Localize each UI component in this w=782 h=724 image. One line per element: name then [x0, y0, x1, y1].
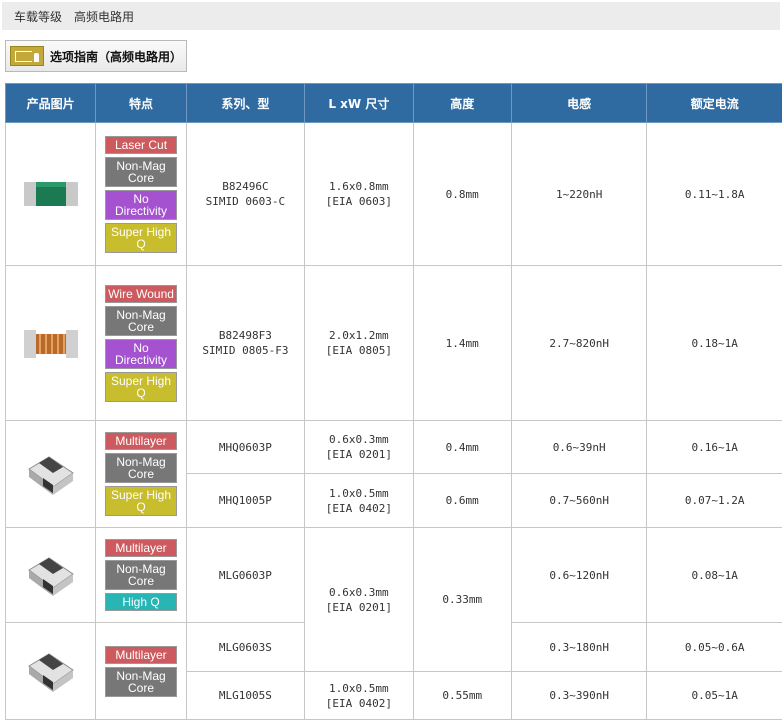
features-cell: Multilayer Non-Mag Core [95, 622, 187, 720]
table-row: Wire Wound Non-Mag Core No Directivity S… [4, 265, 782, 421]
tag-no-directivity: No Directivity [105, 338, 178, 369]
product-image-cell [4, 420, 97, 528]
current-cell: 0.11~1.8A [646, 122, 782, 266]
series-cell: MLG0603S [185, 622, 306, 672]
inductance-cell: 0.7~560nH [510, 473, 648, 528]
tag-wire-wound: Wire Wound [105, 284, 178, 303]
tag-multilayer: Multilayer [105, 645, 178, 664]
current-cell: 0.07~1.2A [646, 473, 782, 528]
header-features: 特点 [95, 83, 187, 123]
mlg0603p-chip-image[interactable] [21, 548, 81, 602]
tag-non-mag-core: Non-Mag Core [105, 666, 178, 697]
tag-non-mag-core: Non-Mag Core [105, 305, 178, 336]
header-series: 系列、型 [185, 83, 306, 123]
inductance-cell: 1~220nH [510, 122, 648, 266]
inductance-cell: 0.3~180nH [510, 622, 648, 672]
size-cell: 1.6x0.8mm [EIA 0603] [304, 122, 414, 266]
tag-high-q: High Q [105, 593, 178, 611]
header-image: 产品图片 [4, 83, 97, 123]
tag-super-high-q: Super High Q [105, 486, 178, 516]
header-height: 高度 [412, 83, 512, 123]
series-cell: MHQ1005P [185, 473, 306, 528]
breadcrumb-item-hf-circuit[interactable]: 高频电路用 [74, 8, 134, 25]
height-cell: 0.33mm [412, 527, 512, 672]
table-row: Laser Cut Non-Mag Core No Directivity Su… [4, 122, 782, 266]
tag-super-high-q: Super High Q [105, 222, 178, 253]
tag-non-mag-core: Non-Mag Core [105, 156, 178, 187]
table-row: Multilayer Non-Mag Core High Q MLG0603P … [4, 527, 782, 672]
current-cell: 0.16~1A [646, 420, 782, 474]
table-row: Multilayer Non-Mag Core Super High Q MHQ… [4, 420, 782, 528]
b82496c-chip-image[interactable] [20, 174, 82, 214]
features-cell: Laser Cut Non-Mag Core No Directivity Su… [95, 122, 187, 266]
size-cell: 0.6x0.3mm [EIA 0201] [304, 420, 414, 474]
height-cell: 0.6mm [412, 473, 512, 528]
b82498f3-chip-image[interactable] [20, 320, 82, 366]
size-cell: 1.0x0.5mm [EIA 0402] [304, 671, 414, 720]
tag-multilayer: Multilayer [105, 539, 178, 557]
size-cell: 1.0x0.5mm [EIA 0402] [304, 473, 414, 528]
tag-laser-cut: Laser Cut [105, 135, 178, 154]
current-cell: 0.18~1A [646, 265, 782, 421]
header-inductance: 电感 [510, 83, 648, 123]
tag-non-mag-core: Non-Mag Core [105, 560, 178, 590]
height-cell: 1.4mm [412, 265, 512, 421]
inductance-cell: 2.7~820nH [510, 265, 648, 421]
inductance-cell: 0.6~39nH [510, 420, 648, 474]
tag-multilayer: Multilayer [105, 432, 178, 450]
size-cell: 2.0x1.2mm [EIA 0805] [304, 265, 414, 421]
current-cell: 0.05~1A [646, 671, 782, 720]
features-cell: Multilayer Non-Mag Core Super High Q [95, 420, 187, 528]
series-cell: B82498F3 SIMID 0805-F3 [185, 265, 306, 421]
guide-hand-icon [10, 46, 44, 66]
series-cell: MLG1005S [185, 671, 306, 720]
breadcrumb-item-automotive[interactable]: 车载等级 [14, 8, 62, 25]
tag-super-high-q: Super High Q [105, 371, 178, 402]
height-cell: 0.4mm [412, 420, 512, 474]
inductance-cell: 0.3~390nH [510, 671, 648, 720]
size-cell: 0.6x0.3mm [EIA 0201] [304, 527, 414, 672]
current-cell: 0.08~1A [646, 527, 782, 623]
features-cell: Multilayer Non-Mag Core High Q [95, 527, 187, 623]
product-image-cell [4, 527, 97, 623]
tag-non-mag-core: Non-Mag Core [105, 453, 178, 483]
product-image-cell [4, 265, 97, 421]
product-table: 产品图片 特点 系列、型 L xW 尺寸 高度 电感 额定电流 Laser Cu… [4, 83, 782, 720]
mlg-s-chip-image[interactable] [21, 644, 81, 698]
product-image-cell [4, 122, 97, 266]
inductance-cell: 0.6~120nH [510, 527, 648, 623]
mhq-chip-image[interactable] [21, 447, 81, 501]
height-cell: 0.55mm [412, 671, 512, 720]
features-cell: Wire Wound Non-Mag Core No Directivity S… [95, 265, 187, 421]
height-cell: 0.8mm [412, 122, 512, 266]
current-cell: 0.05~0.6A [646, 622, 782, 672]
series-cell: MLG0603P [185, 527, 306, 623]
option-guide-label: 选项指南（高频电路用） [50, 49, 183, 64]
option-guide-button[interactable]: 选项指南（高频电路用） [5, 40, 187, 72]
header-current: 额定电流 [646, 83, 782, 123]
series-cell: B82496C SIMID 0603-C [185, 122, 306, 266]
tag-no-directivity: No Directivity [105, 189, 178, 220]
table-header-row: 产品图片 特点 系列、型 L xW 尺寸 高度 电感 额定电流 [4, 83, 782, 123]
product-image-cell [4, 622, 97, 720]
header-size: L xW 尺寸 [304, 83, 414, 123]
breadcrumb: 车载等级 高频电路用 [2, 2, 780, 30]
series-cell: MHQ0603P [185, 420, 306, 474]
